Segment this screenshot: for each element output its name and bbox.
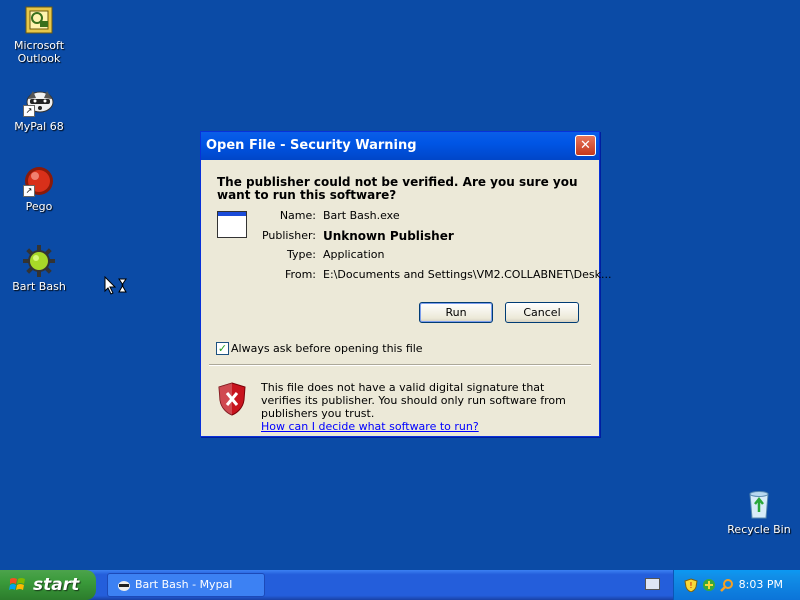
security-shield-icon	[218, 382, 246, 416]
warning-message: This file does not have a valid digital …	[261, 381, 581, 433]
desktop-icon-label: MyPal 68	[14, 120, 64, 133]
taskbar: start Bart Bash - Mypal ! 8:03 PM	[0, 570, 800, 600]
desktop-icon-recycle-bin[interactable]: Recycle Bin	[721, 488, 797, 536]
desktop-icon-label: Recycle Bin	[727, 523, 791, 536]
mypal-task-icon	[118, 581, 130, 591]
security-warning-dialog: Open File - Security Warning ✕ The publi…	[200, 131, 611, 437]
shortcut-arrow-icon: ↗	[23, 105, 35, 117]
from-row: From: E:\Documents and Settings\VM2.COLL…	[241, 268, 611, 288]
security-center-icon[interactable]: !	[684, 578, 698, 592]
type-row: Type: Application	[241, 248, 601, 268]
divider	[209, 364, 591, 366]
from-value: E:\Documents and Settings\VM2.COLLABNET\…	[323, 267, 612, 281]
desktop-icon-label: Outlook	[17, 52, 61, 65]
always-ask-checkbox-row[interactable]: ✓ Always ask before opening this file	[216, 341, 423, 355]
publisher-row: Publisher: Unknown Publisher	[241, 229, 601, 249]
type-label: Type:	[287, 248, 316, 261]
windows-flag-icon	[9, 578, 25, 590]
dialog-title: Open File - Security Warning	[206, 138, 417, 153]
start-button[interactable]: start	[0, 570, 96, 600]
desktop-icon-label: Microsoft	[13, 39, 65, 52]
desktop-icon-bart-bash[interactable]: Bart Bash	[1, 245, 77, 293]
pego-icon: ↗	[23, 165, 55, 197]
desktop-icon-label: Bart Bash	[12, 280, 66, 293]
clock[interactable]: 8:03 PM	[739, 570, 783, 600]
system-tray: ! 8:03 PM	[673, 570, 800, 600]
task-label: Bart Bash - Mypal	[135, 578, 233, 591]
keyboard-icon[interactable]	[645, 578, 660, 590]
desktop-icon-label: Pego	[25, 200, 53, 213]
from-label: From:	[285, 267, 316, 281]
close-button[interactable]: ✕	[575, 135, 596, 156]
shortcut-arrow-icon: ↗	[23, 185, 35, 197]
dialog-titlebar[interactable]: Open File - Security Warning ✕	[201, 132, 599, 160]
always-ask-checkbox[interactable]: ✓	[216, 341, 229, 355]
publisher-label: Publisher:	[261, 228, 316, 242]
network-icon[interactable]	[702, 578, 716, 592]
desktop: Microsoft Outlook ↗ MyPal 68 ↗ Pego Bart…	[0, 0, 800, 570]
bart-bash-icon	[23, 245, 55, 277]
desktop-icon-pego[interactable]: ↗ Pego	[1, 165, 77, 213]
busy-cursor-icon	[104, 275, 128, 299]
name-row: Name: Bart Bash.exe	[241, 209, 601, 229]
type-value: Application	[323, 248, 385, 261]
warning-text: This file does not have a valid digital …	[261, 381, 566, 420]
recycle-bin-icon	[743, 488, 775, 520]
svg-text:!: !	[689, 581, 692, 590]
run-button[interactable]: Run	[419, 302, 493, 323]
help-link[interactable]: How can I decide what software to run?	[261, 420, 479, 433]
raccoon-icon: ↗	[23, 85, 55, 117]
desktop-icon-mypal[interactable]: ↗ MyPal 68	[1, 85, 77, 133]
start-label: start	[33, 575, 80, 595]
always-ask-label[interactable]: Always ask before opening this file	[231, 342, 423, 355]
dialog-question: The publisher could not be verified. Are…	[217, 175, 578, 202]
cancel-button[interactable]: Cancel	[505, 302, 579, 323]
magnifier-icon[interactable]	[720, 578, 734, 592]
name-value: Bart Bash.exe	[323, 209, 400, 222]
publisher-value: Unknown Publisher	[323, 228, 454, 243]
taskbar-item-bart-bash[interactable]: Bart Bash - Mypal	[107, 573, 265, 597]
desktop-icon-outlook[interactable]: Microsoft Outlook	[1, 4, 77, 65]
outlook-icon	[23, 4, 55, 36]
close-icon: ✕	[580, 138, 591, 153]
name-label: Name:	[279, 209, 316, 222]
file-info: Name: Bart Bash.exe Publisher: Unknown P…	[241, 209, 611, 288]
